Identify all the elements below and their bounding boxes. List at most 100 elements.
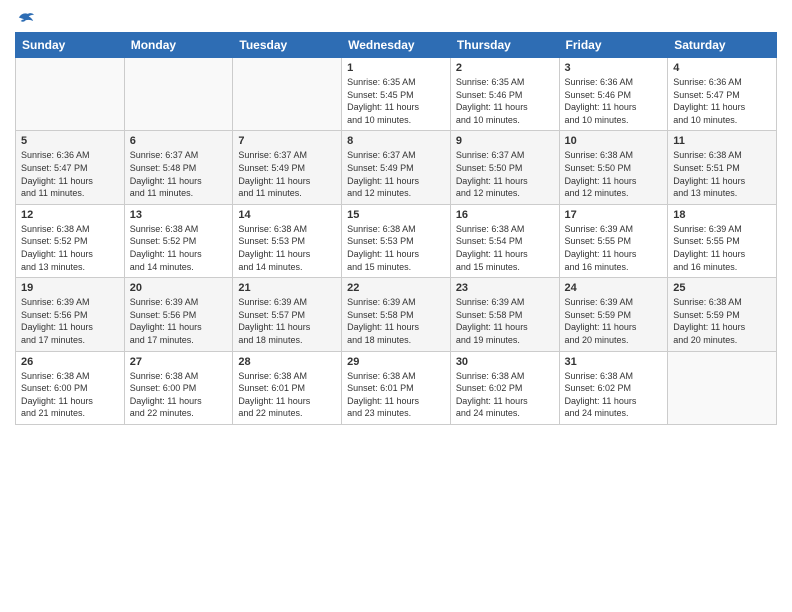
- cell-text: Sunrise: 6:36 AMSunset: 5:47 PMDaylight:…: [21, 149, 119, 199]
- day-number: 22: [347, 282, 445, 294]
- calendar-cell: [16, 58, 125, 131]
- calendar-cell: 30 Sunrise: 6:38 AMSunset: 6:02 PMDayligh…: [450, 351, 559, 424]
- calendar-cell: 7 Sunrise: 6:37 AMSunset: 5:49 PMDaylight…: [233, 131, 342, 204]
- calendar-cell: 8Sunrise: 6:37 AMSunset: 5:49 PMDaylight…: [342, 131, 451, 204]
- cell-text: Sunrise: 6:37 AMSunset: 5:49 PMDaylight:…: [238, 149, 336, 199]
- calendar-cell: 6 Sunrise: 6:37 AMSunset: 5:48 PMDaylight…: [124, 131, 233, 204]
- calendar-cell: 19 Sunrise: 6:39 AMSunset: 5:56 PMDayligh…: [16, 278, 125, 351]
- calendar-cell: 22Sunrise: 6:39 AMSunset: 5:58 PMDayligh…: [342, 278, 451, 351]
- calendar-cell: 25 Sunrise: 6:38 AMSunset: 5:59 PMDayligh…: [668, 278, 777, 351]
- cell-text: Sunrise: 6:36 AMSunset: 5:46 PMDaylight:…: [565, 76, 663, 126]
- day-number: 2: [456, 62, 554, 74]
- calendar-cell: [124, 58, 233, 131]
- calendar-cell: 13 Sunrise: 6:38 AMSunset: 5:52 PMDayligh…: [124, 204, 233, 277]
- cell-text: Sunrise: 6:38 AMSunset: 6:01 PMDaylight:…: [238, 370, 336, 420]
- day-number: 15: [347, 209, 445, 221]
- cell-text: Sunrise: 6:39 AMSunset: 5:59 PMDaylight:…: [565, 296, 663, 346]
- weekday-header-saturday: Saturday: [668, 33, 777, 58]
- weekday-header-monday: Monday: [124, 33, 233, 58]
- day-number: 20: [130, 282, 228, 294]
- calendar-cell: 18 Sunrise: 6:39 AMSunset: 5:55 PMDayligh…: [668, 204, 777, 277]
- calendar-cell: 4 Sunrise: 6:36 AMSunset: 5:47 PMDaylight…: [668, 58, 777, 131]
- calendar-cell: 1Sunrise: 6:35 AMSunset: 5:45 PMDaylight…: [342, 58, 451, 131]
- week-row-1: 1Sunrise: 6:35 AMSunset: 5:45 PMDaylight…: [16, 58, 777, 131]
- day-number: 17: [565, 209, 663, 221]
- day-number: 31: [565, 356, 663, 368]
- calendar-cell: [233, 58, 342, 131]
- calendar-cell: 20 Sunrise: 6:39 AMSunset: 5:56 PMDayligh…: [124, 278, 233, 351]
- weekday-header-wednesday: Wednesday: [342, 33, 451, 58]
- cell-text: Sunrise: 6:38 AMSunset: 5:54 PMDaylight:…: [456, 223, 554, 273]
- cell-text: Sunrise: 6:37 AMSunset: 5:49 PMDaylight:…: [347, 149, 445, 199]
- cell-text: Sunrise: 6:38 AMSunset: 5:52 PMDaylight:…: [21, 223, 119, 273]
- weekday-header-thursday: Thursday: [450, 33, 559, 58]
- cell-text: Sunrise: 6:39 AMSunset: 5:56 PMDaylight:…: [21, 296, 119, 346]
- day-number: 28: [238, 356, 336, 368]
- cell-text: Sunrise: 6:39 AMSunset: 5:55 PMDaylight:…: [673, 223, 771, 273]
- calendar-cell: 24 Sunrise: 6:39 AMSunset: 5:59 PMDayligh…: [559, 278, 668, 351]
- cell-text: Sunrise: 6:38 AMSunset: 6:02 PMDaylight:…: [456, 370, 554, 420]
- calendar-cell: 29Sunrise: 6:38 AMSunset: 6:01 PMDayligh…: [342, 351, 451, 424]
- day-number: 11: [673, 135, 771, 147]
- page: SundayMondayTuesdayWednesdayThursdayFrid…: [0, 0, 792, 612]
- calendar-cell: 2 Sunrise: 6:35 AMSunset: 5:46 PMDaylight…: [450, 58, 559, 131]
- calendar-cell: 23 Sunrise: 6:39 AMSunset: 5:58 PMDayligh…: [450, 278, 559, 351]
- cell-text: Sunrise: 6:38 AMSunset: 6:00 PMDaylight:…: [130, 370, 228, 420]
- calendar-cell: 12 Sunrise: 6:38 AMSunset: 5:52 PMDayligh…: [16, 204, 125, 277]
- cell-text: Sunrise: 6:39 AMSunset: 5:58 PMDaylight:…: [456, 296, 554, 346]
- day-number: 6: [130, 135, 228, 147]
- week-row-4: 19 Sunrise: 6:39 AMSunset: 5:56 PMDayligh…: [16, 278, 777, 351]
- week-row-3: 12 Sunrise: 6:38 AMSunset: 5:52 PMDayligh…: [16, 204, 777, 277]
- calendar-table: SundayMondayTuesdayWednesdayThursdayFrid…: [15, 32, 777, 425]
- calendar-cell: 10Sunrise: 6:38 AMSunset: 5:50 PMDayligh…: [559, 131, 668, 204]
- day-number: 26: [21, 356, 119, 368]
- weekday-header-row: SundayMondayTuesdayWednesdayThursdayFrid…: [16, 33, 777, 58]
- cell-text: Sunrise: 6:37 AMSunset: 5:50 PMDaylight:…: [456, 149, 554, 199]
- day-number: 10: [565, 135, 663, 147]
- day-number: 13: [130, 209, 228, 221]
- day-number: 27: [130, 356, 228, 368]
- calendar-cell: 15 Sunrise: 6:38 AMSunset: 5:53 PMDayligh…: [342, 204, 451, 277]
- calendar-cell: [668, 351, 777, 424]
- day-number: 23: [456, 282, 554, 294]
- cell-text: Sunrise: 6:39 AMSunset: 5:57 PMDaylight:…: [238, 296, 336, 346]
- weekday-header-sunday: Sunday: [16, 33, 125, 58]
- cell-text: Sunrise: 6:39 AMSunset: 5:56 PMDaylight:…: [130, 296, 228, 346]
- header: [15, 10, 777, 24]
- calendar-cell: 21Sunrise: 6:39 AMSunset: 5:57 PMDayligh…: [233, 278, 342, 351]
- week-row-2: 5Sunrise: 6:36 AMSunset: 5:47 PMDaylight…: [16, 131, 777, 204]
- calendar-cell: 31 Sunrise: 6:38 AMSunset: 6:02 PMDayligh…: [559, 351, 668, 424]
- logo-blue-text: [15, 10, 35, 24]
- calendar-cell: 9 Sunrise: 6:37 AMSunset: 5:50 PMDaylight…: [450, 131, 559, 204]
- day-number: 4: [673, 62, 771, 74]
- day-number: 12: [21, 209, 119, 221]
- cell-text: Sunrise: 6:37 AMSunset: 5:48 PMDaylight:…: [130, 149, 228, 199]
- calendar-cell: 3 Sunrise: 6:36 AMSunset: 5:46 PMDaylight…: [559, 58, 668, 131]
- day-number: 19: [21, 282, 119, 294]
- calendar-cell: 16 Sunrise: 6:38 AMSunset: 5:54 PMDayligh…: [450, 204, 559, 277]
- calendar-cell: 28 Sunrise: 6:38 AMSunset: 6:01 PMDayligh…: [233, 351, 342, 424]
- day-number: 3: [565, 62, 663, 74]
- day-number: 25: [673, 282, 771, 294]
- week-row-5: 26 Sunrise: 6:38 AMSunset: 6:00 PMDayligh…: [16, 351, 777, 424]
- day-number: 18: [673, 209, 771, 221]
- cell-text: Sunrise: 6:39 AMSunset: 5:55 PMDaylight:…: [565, 223, 663, 273]
- weekday-header-tuesday: Tuesday: [233, 33, 342, 58]
- cell-text: Sunrise: 6:36 AMSunset: 5:47 PMDaylight:…: [673, 76, 771, 126]
- calendar-cell: 5Sunrise: 6:36 AMSunset: 5:47 PMDaylight…: [16, 131, 125, 204]
- day-number: 30: [456, 356, 554, 368]
- calendar-cell: 11Sunrise: 6:38 AMSunset: 5:51 PMDayligh…: [668, 131, 777, 204]
- cell-text: Sunrise: 6:38 AMSunset: 6:02 PMDaylight:…: [565, 370, 663, 420]
- day-number: 24: [565, 282, 663, 294]
- day-number: 16: [456, 209, 554, 221]
- cell-text: Sunrise: 6:35 AMSunset: 5:46 PMDaylight:…: [456, 76, 554, 126]
- weekday-header-friday: Friday: [559, 33, 668, 58]
- day-number: 9: [456, 135, 554, 147]
- cell-text: Sunrise: 6:38 AMSunset: 5:59 PMDaylight:…: [673, 296, 771, 346]
- cell-text: Sunrise: 6:35 AMSunset: 5:45 PMDaylight:…: [347, 76, 445, 126]
- day-number: 14: [238, 209, 336, 221]
- logo: [15, 10, 35, 24]
- day-number: 7: [238, 135, 336, 147]
- cell-text: Sunrise: 6:38 AMSunset: 5:52 PMDaylight:…: [130, 223, 228, 273]
- cell-text: Sunrise: 6:38 AMSunset: 5:53 PMDaylight:…: [347, 223, 445, 273]
